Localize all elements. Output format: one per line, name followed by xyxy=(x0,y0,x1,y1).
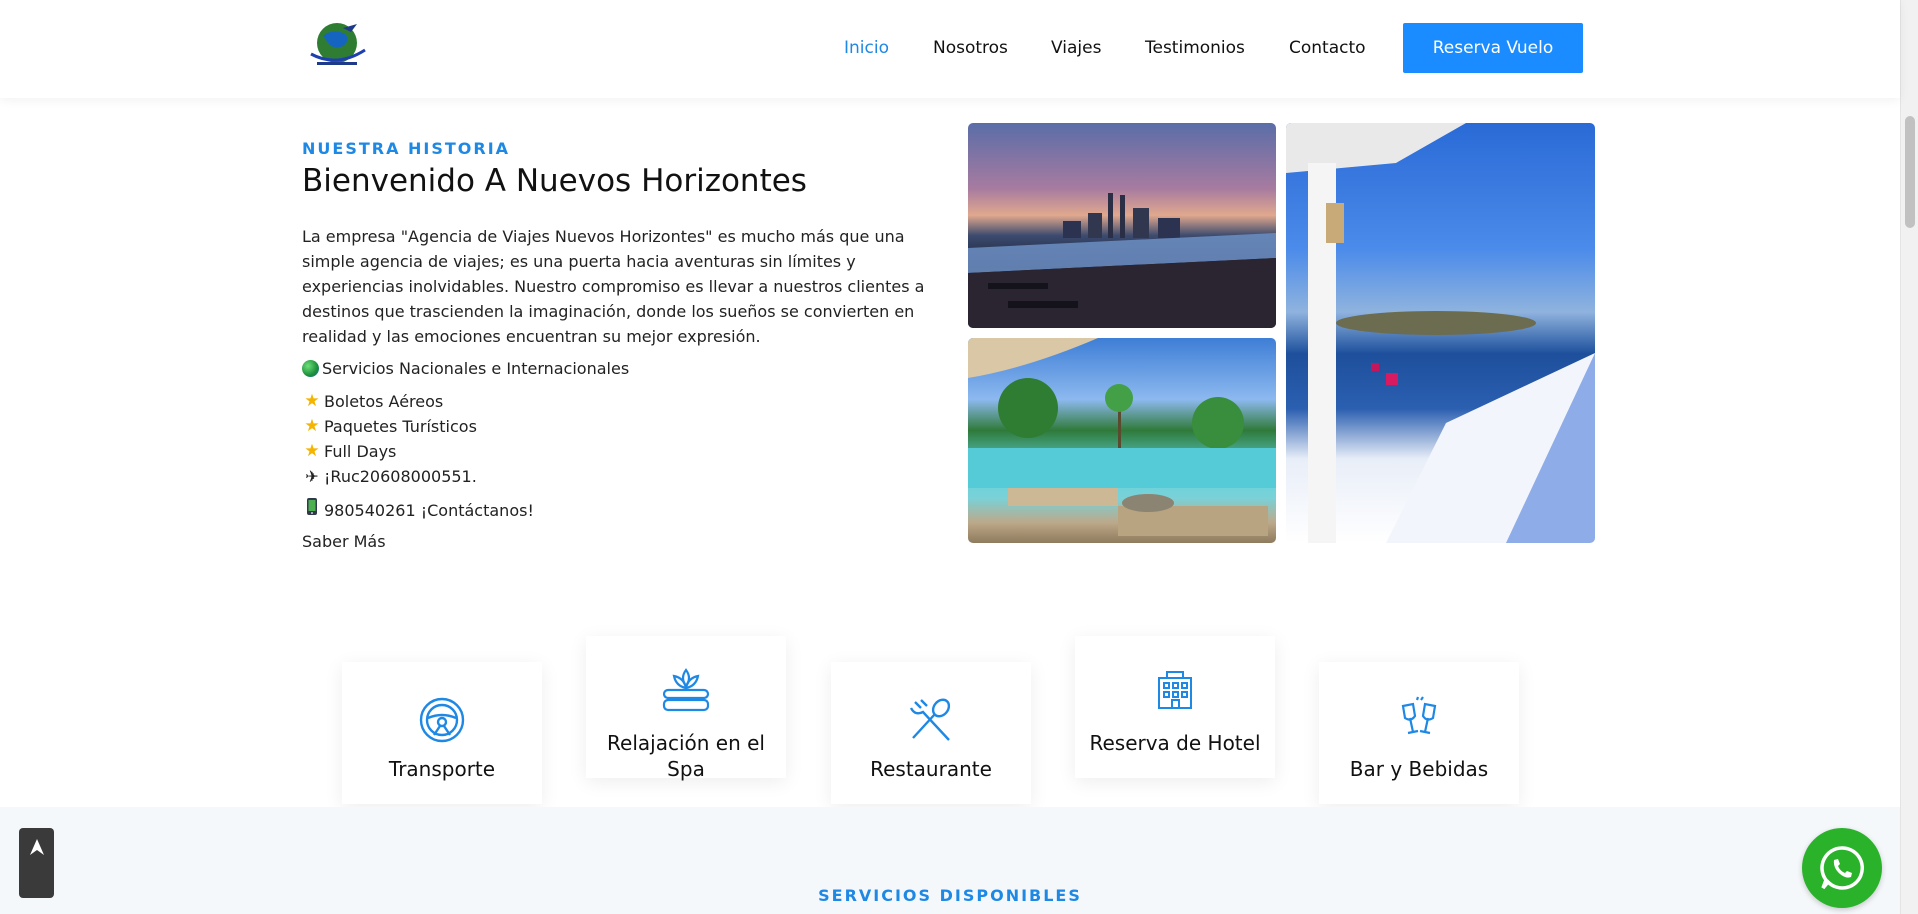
feature-item: ★ Paquetes Turísticos xyxy=(302,414,477,439)
nav-contacto[interactable]: Contacto xyxy=(1289,38,1366,58)
feature-text: 980540261 ¡Contáctanos! xyxy=(324,500,534,520)
star-icon: ★ xyxy=(304,391,320,411)
nav-nosotros[interactable]: Nosotros xyxy=(933,38,1008,58)
city-infinity-pool-photo xyxy=(968,123,1276,328)
feature-item: Servicios Nacionales e Internacionales xyxy=(302,356,629,381)
star-icon: ★ xyxy=(304,416,320,436)
spa-lotus-icon xyxy=(660,666,712,718)
page-title: Bienvenido A Nuevos Horizontes xyxy=(302,163,807,199)
nav-testimonios[interactable]: Testimonios xyxy=(1145,38,1245,58)
service-card-restaurante[interactable]: Restaurante xyxy=(831,662,1031,804)
star-icon: ★ xyxy=(304,441,320,461)
service-label: Relajación en el Spa xyxy=(607,731,765,781)
main-nav: Inicio Nosotros Viajes Testimonios Conta… xyxy=(0,0,1900,98)
nav-viajes[interactable]: Viajes xyxy=(1051,38,1101,58)
steering-wheel-icon xyxy=(418,696,466,748)
service-card-bar[interactable]: Bar y Bebidas xyxy=(1319,662,1519,804)
service-card-spa[interactable]: Relajación en el Spa xyxy=(586,636,786,781)
feature-text: ¡Ruc20608000551. xyxy=(324,467,477,486)
scroll-top-button[interactable] xyxy=(19,828,54,898)
service-card-hotel[interactable]: Reserva de Hotel xyxy=(1075,636,1275,778)
feature-text: Full Days xyxy=(324,442,397,461)
cheers-glasses-icon xyxy=(1397,696,1441,744)
feature-text: Paquetes Turísticos xyxy=(324,417,477,436)
mobile-phone-icon xyxy=(302,497,322,523)
arrow-up-icon xyxy=(29,839,44,855)
feature-item: ✈ ¡Ruc20608000551. xyxy=(302,464,477,489)
service-label: Transporte xyxy=(388,757,496,781)
tropical-resort-pool-photo xyxy=(968,338,1276,543)
service-label: Reserva de Hotel xyxy=(1089,731,1261,755)
feature-item: ★ Boletos Aéreos xyxy=(302,389,443,414)
saber-mas-link[interactable]: Saber Más xyxy=(302,532,386,551)
service-label: Bar y Bebidas xyxy=(1349,757,1489,781)
hotel-building-icon xyxy=(1155,670,1195,714)
whatsapp-button[interactable] xyxy=(1802,828,1882,908)
service-card-transporte[interactable]: Transporte xyxy=(342,662,542,804)
feature-text: Servicios Nacionales e Internacionales xyxy=(322,359,630,378)
about-description: La empresa "Agencia de Viajes Nuevos Hor… xyxy=(302,227,925,346)
fork-spoon-icon xyxy=(907,696,955,748)
feature-item: 980540261 ¡Contáctanos! xyxy=(302,497,534,523)
globe-icon xyxy=(302,360,319,377)
servicios-title: SERVICIOS DISPONIBLES xyxy=(818,886,1082,905)
nav-inicio[interactable]: Inicio xyxy=(844,38,889,58)
airplane-icon: ✈ xyxy=(305,467,319,486)
santorini-terrace-photo xyxy=(1286,123,1595,543)
site-header: Inicio Nosotros Viajes Testimonios Conta… xyxy=(0,0,1900,98)
feature-item: ★ Full Days xyxy=(302,439,396,464)
section-eyebrow: NUESTRA HISTORIA xyxy=(302,139,511,158)
whatsapp-icon xyxy=(1820,846,1865,890)
service-label: Restaurante xyxy=(870,757,992,781)
page-scrollbar[interactable] xyxy=(1900,0,1918,914)
reserva-vuelo-button[interactable]: Reserva Vuelo xyxy=(1403,23,1583,73)
feature-text: Boletos Aéreos xyxy=(324,392,444,411)
scrollbar-thumb[interactable] xyxy=(1905,116,1915,228)
